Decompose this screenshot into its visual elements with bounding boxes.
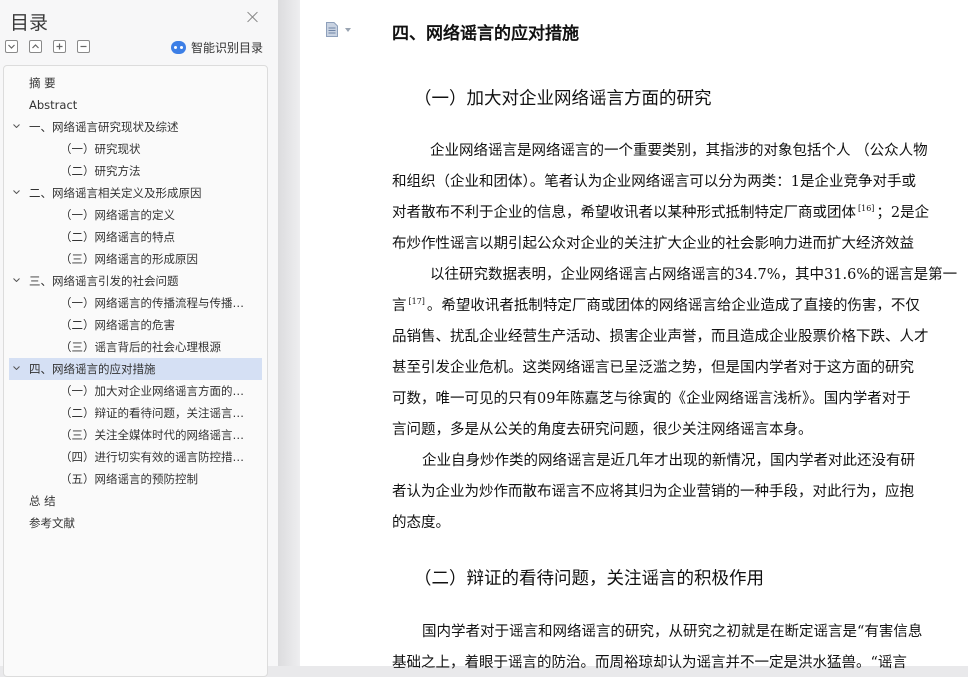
caret-down-icon[interactable]: [345, 28, 351, 32]
toc-item-label: （四）进行切实有效的谣言防控措…: [60, 450, 244, 464]
toc-item-chapter-3[interactable]: 三、网络谣言引发的社会问题: [9, 270, 262, 292]
expand-up-icon[interactable]: [29, 40, 42, 53]
toc-item-3-1[interactable]: （一）网络谣言的传播流程与传播…: [9, 292, 262, 314]
paragraph-line: 以往研究数据表明，企业网络谣言占网络谣言的34.7%，其中31.6%的谣言是第一: [430, 267, 958, 283]
paragraph-line: 甚至引发企业危机。这类网络谣言已呈泛滥之势，但是国内学者对于这方面的研究: [392, 360, 914, 376]
toc-item-label: 一、网络谣言研究现状及综述: [29, 120, 179, 134]
toc-item-2-1[interactable]: （一）网络谣言的定义: [9, 204, 262, 226]
paragraph-line: 国内学者对于谣言和网络谣言的研究，从研究之初就是在断定谣言是“有害信息: [422, 624, 923, 640]
panel-divider[interactable]: [278, 0, 300, 666]
toc-item-label: （一）网络谣言的定义: [60, 208, 175, 222]
robot-icon: [171, 40, 186, 54]
section-heading: 四、网络谣言的应对措施: [392, 24, 579, 44]
paragraph-line: 可数，唯一可见的只有09年陈嘉芝与徐寅的《企业网络谣言浅析》。国内学者对于: [392, 391, 911, 407]
toc-item-label: 总 结: [29, 494, 56, 508]
toc-item-chapter-4[interactable]: 四、网络谣言的应对措施: [9, 358, 262, 380]
subsection-heading: （一）加大对企业网络谣言方面的研究: [414, 89, 712, 109]
toc-item-references[interactable]: 参考文献: [9, 512, 262, 534]
paragraph-line: 的态度。: [392, 515, 450, 531]
toc-item-abstract-cn[interactable]: 摘 要: [9, 72, 262, 94]
toc-item-1-1[interactable]: （一）研究现状: [9, 138, 262, 160]
toc-item-label: （三）谣言背后的社会心理根源: [60, 340, 221, 354]
chevron-down-icon[interactable]: [13, 124, 20, 128]
paragraph-line: 基础之上，着眼于谣言的防治。而周裕琼却认为谣言并不一定是洪水猛兽。“谣言: [392, 655, 907, 671]
paragraph-text: 。希望收讯者抵制特定厂商或团体的网络谣言给企业造成了直接的伤害，不仅: [426, 298, 920, 314]
toc-item-4-3[interactable]: （三）关注全媒体时代的网络谣言…: [9, 424, 262, 446]
toc-item-4-2[interactable]: （二）辩证的看待问题，关注谣言…: [9, 402, 262, 424]
chevron-down-icon[interactable]: [13, 366, 20, 370]
toc-item-label: （二）网络谣言的特点: [60, 230, 175, 244]
toc-item-3-3[interactable]: （三）谣言背后的社会心理根源: [9, 336, 262, 358]
collapse-all-icon[interactable]: [5, 40, 18, 53]
paragraph-line: 言 [17] 。希望收讯者抵制特定厂商或团体的网络谣言给企业造成了直接的伤害，不仅: [392, 294, 920, 315]
toc-item-label: 摘 要: [29, 76, 56, 90]
subsection-heading: （二）辩证的看待问题，关注谣言的积极作用: [414, 569, 764, 589]
close-icon[interactable]: [245, 9, 261, 25]
smart-toc-label: 智能识别目录: [191, 40, 264, 55]
paragraph-text: ；2是企: [876, 205, 930, 221]
toc-item-chapter-1[interactable]: 一、网络谣言研究现状及综述: [9, 116, 262, 138]
toc-item-label: 参考文献: [29, 516, 75, 530]
chevron-down-icon[interactable]: [13, 190, 20, 194]
smart-toc-button[interactable]: 智能识别目录: [171, 38, 263, 56]
paragraph-line: 企业自身炒作类的网络谣言是近几年才出现的新情况，国内学者对此还没有研: [422, 453, 915, 469]
paragraph-line: 言问题，多是从公关的角度去研究问题，很少关注网络谣言本身。: [392, 422, 813, 438]
document-icon[interactable]: [326, 22, 338, 37]
paragraph-line: 品销售、扰乱企业经营生产活动、损害企业声誉，而且造成企业股票价格下跌、人才: [392, 329, 929, 345]
chevron-down-icon[interactable]: [13, 278, 20, 282]
toc-item-4-4[interactable]: （四）进行切实有效的谣言防控措…: [9, 446, 262, 468]
paragraph-line: 者认为企业为炒作而散布谣言不应将其归为企业营销的一种手段，对此行为，应抱: [392, 484, 914, 500]
toc-list: 摘 要 Abstract 一、网络谣言研究现状及综述 （一）研究现状 （二）研究…: [3, 65, 268, 677]
toc-item-1-2[interactable]: （二）研究方法: [9, 160, 262, 182]
toc-item-abstract[interactable]: Abstract: [9, 94, 262, 116]
citation-ref[interactable]: [17]: [409, 297, 425, 306]
toc-item-chapter-2[interactable]: 二、网络谣言相关定义及形成原因: [9, 182, 262, 204]
toc-item-label: （二）网络谣言的危害: [60, 318, 175, 332]
toc-item-4-1[interactable]: （一）加大对企业网络谣言方面的…: [9, 380, 262, 402]
toc-item-2-2[interactable]: （二）网络谣言的特点: [9, 226, 262, 248]
paragraph-line: 企业网络谣言是网络谣言的一个重要类别，其指涉的对象包括个人 （公众人物: [430, 143, 928, 159]
toc-item-label: （一）研究现状: [60, 142, 141, 156]
paragraph-line: 对者散布不利于企业的信息，希望收讯者以某种形式抵制特定厂商或团体 [16] ；2是企: [392, 201, 929, 222]
paragraph-line: 布炒作性谣言以期引起公众对企业的关注扩大企业的社会影响力进而扩大经济效益: [392, 236, 914, 252]
minus-icon[interactable]: [77, 40, 90, 53]
toc-item-label: 三、网络谣言引发的社会问题: [29, 274, 179, 288]
toc-item-label: （一）加大对企业网络谣言方面的…: [60, 384, 244, 398]
toc-item-2-3[interactable]: （三）网络谣言的形成原因: [9, 248, 262, 270]
toc-item-label: （一）网络谣言的传播流程与传播…: [60, 296, 244, 310]
document-page: 四、网络谣言的应对措施 （一）加大对企业网络谣言方面的研究 企业网络谣言是网络谣…: [300, 0, 968, 671]
paragraph-text: 对者散布不利于企业的信息，希望收讯者以某种形式抵制特定厂商或团体: [392, 205, 856, 221]
toc-item-4-5[interactable]: （五）网络谣言的预防控制: [9, 468, 262, 490]
toc-item-label: （二）研究方法: [60, 164, 141, 178]
toc-title: 目录: [10, 12, 49, 34]
paragraph-line: 和组织（企业和团体）。笔者认为企业网络谣言可以分为两类：1是企业竞争对手或: [392, 174, 916, 190]
toc-item-3-2[interactable]: （二）网络谣言的危害: [9, 314, 262, 336]
toc-item-label: 二、网络谣言相关定义及形成原因: [29, 186, 202, 200]
toc-item-label: （三）网络谣言的形成原因: [60, 252, 198, 266]
paragraph-text: 言: [392, 298, 407, 314]
toc-item-label: （五）网络谣言的预防控制: [60, 472, 198, 486]
toc-panel: 目录 智能识别目录 摘 要 Abstract 一、网络谣言研究现状及综述 （一）…: [0, 0, 278, 677]
toc-item-label: （二）辩证的看待问题，关注谣言…: [60, 406, 244, 420]
toc-item-label: Abstract: [29, 98, 78, 112]
plus-icon[interactable]: [53, 40, 66, 53]
toc-item-label: （三）关注全媒体时代的网络谣言…: [60, 428, 244, 442]
toc-item-label: 四、网络谣言的应对措施: [29, 362, 156, 376]
toc-item-summary[interactable]: 总 结: [9, 490, 262, 512]
citation-ref[interactable]: [16]: [858, 204, 874, 213]
